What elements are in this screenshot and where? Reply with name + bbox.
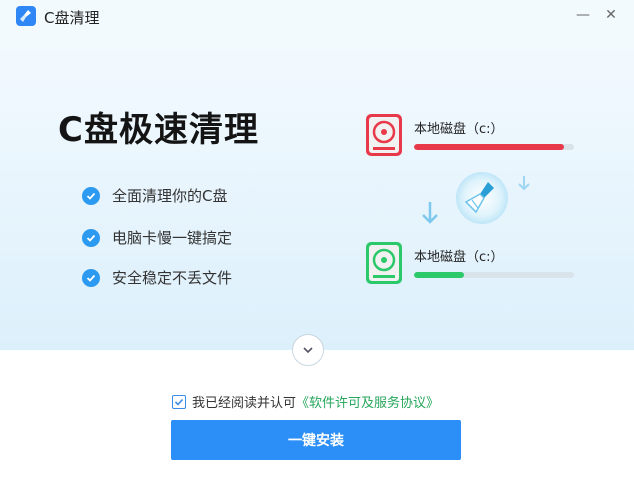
hard-drive-icon bbox=[366, 114, 402, 156]
feature-item: 安全稳定不丢文件 bbox=[82, 267, 232, 288]
agreement-text: 我已经阅读并认可 bbox=[192, 396, 297, 411]
check-circle-icon bbox=[82, 228, 100, 247]
minimize-button[interactable]: — bbox=[570, 4, 596, 26]
disk-usage-fill bbox=[414, 272, 464, 278]
check-circle-icon bbox=[82, 268, 100, 287]
broom-icon bbox=[16, 6, 36, 26]
close-button[interactable]: ✕ bbox=[598, 4, 624, 26]
check-circle-icon bbox=[82, 186, 100, 205]
chevron-down-icon bbox=[303, 347, 313, 354]
license-link[interactable]: 《软件许可及服务协议》 bbox=[296, 392, 439, 411]
disk-usage-bar bbox=[414, 144, 574, 150]
agreement-row: 我已经阅读并认可 《软件许可及服务协议》 bbox=[172, 392, 439, 411]
feature-text: 全面清理你的C盘 bbox=[112, 187, 228, 205]
disk-label: 本地磁盘（c:） bbox=[414, 122, 504, 137]
title-bar: C盘清理 — ✕ bbox=[0, 0, 634, 34]
install-button[interactable]: 一键安装 bbox=[171, 420, 461, 460]
arrow-down-icon bbox=[422, 202, 438, 224]
broom-icon bbox=[456, 172, 508, 224]
feature-item: 电脑卡慢一键搞定 bbox=[82, 227, 232, 248]
disk-after: 本地磁盘（c:） bbox=[366, 242, 576, 286]
app-title: C盘清理 bbox=[44, 9, 100, 27]
feature-text: 电脑卡慢一键搞定 bbox=[112, 229, 233, 247]
disk-label: 本地磁盘（c:） bbox=[414, 250, 504, 265]
disk-usage-fill bbox=[414, 144, 565, 150]
hard-drive-icon bbox=[366, 242, 402, 284]
checkmark-icon bbox=[174, 398, 184, 406]
agreement-checkbox[interactable] bbox=[172, 394, 186, 409]
disk-usage-bar bbox=[414, 272, 574, 278]
feature-item: 全面清理你的C盘 bbox=[82, 185, 227, 206]
feature-text: 安全稳定不丢文件 bbox=[112, 269, 233, 287]
arrow-down-icon bbox=[518, 176, 530, 191]
installer-window: C盘清理 — ✕ C盘极速清理 全面清理你的C盘 电脑卡慢一键搞定 安全稳定不丢… bbox=[0, 0, 634, 485]
disk-before: 本地磁盘（c:） bbox=[366, 114, 576, 158]
hero-title: C盘极速清理 bbox=[58, 110, 259, 150]
hero-banner: C盘极速清理 全面清理你的C盘 电脑卡慢一键搞定 安全稳定不丢文件 本地磁盘（c… bbox=[0, 34, 634, 350]
expand-button[interactable] bbox=[292, 334, 324, 366]
